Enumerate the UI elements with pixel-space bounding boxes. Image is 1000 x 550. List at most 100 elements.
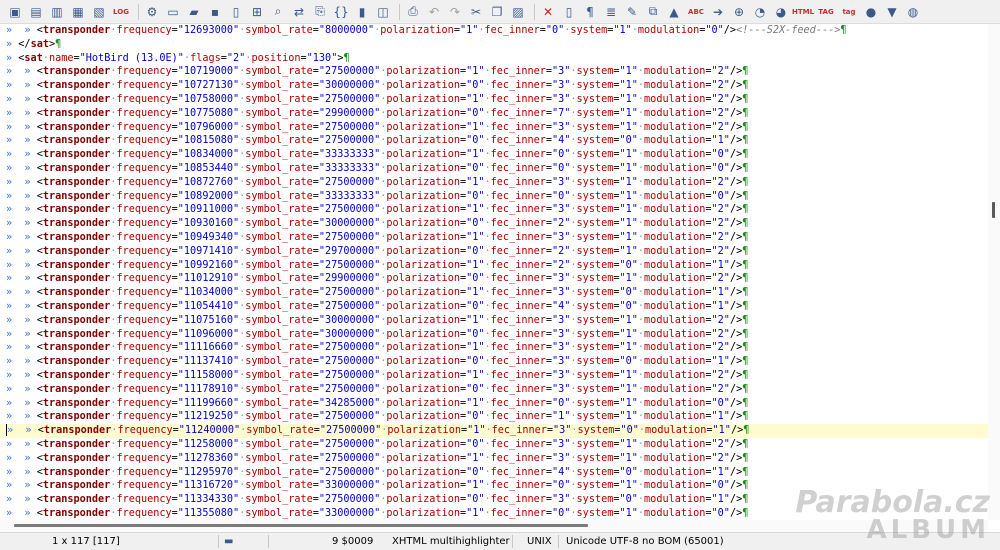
copy-window-icon[interactable]: ▯ xyxy=(227,3,245,21)
attribute-name: symbol_rate xyxy=(245,93,313,105)
code-line[interactable]: » » <transponder·frequency="11075160"·sy… xyxy=(0,314,988,328)
copy-2-icon[interactable]: ⧉ xyxy=(644,3,662,21)
print-icon[interactable]: ▧ xyxy=(90,3,108,21)
spell-icon[interactable]: ABC xyxy=(686,3,706,21)
filter-icon[interactable]: ▼ xyxy=(883,3,901,21)
palette-icon[interactable]: ◕ xyxy=(772,3,790,21)
save-icon[interactable]: ▥ xyxy=(48,3,66,21)
horizontal-scroll-thumb[interactable] xyxy=(14,524,588,527)
code-line[interactable]: » » <transponder·frequency="11240000"·sy… xyxy=(0,424,988,438)
bookmark-icon[interactable]: ➔ xyxy=(709,3,727,21)
code-line[interactable]: » » <transponder·frequency="10796000"·sy… xyxy=(0,121,988,135)
code-line[interactable]: » » <transponder·frequency="11219250"·sy… xyxy=(0,410,988,424)
code-line[interactable]: » </sat>¶ xyxy=(0,38,988,52)
attribute-name: frequency xyxy=(116,383,172,395)
code-line[interactable]: » » <transponder·frequency="10892000"·sy… xyxy=(0,190,988,204)
redo-icon[interactable]: ↷ xyxy=(446,3,464,21)
new-file-icon[interactable]: ▣ xyxy=(6,3,24,21)
chart-icon[interactable]: ◔ xyxy=(751,3,769,21)
code-line[interactable]: » » <transponder·frequency="10775080"·sy… xyxy=(0,107,988,121)
code-line[interactable]: » » <transponder·frequency="11278360"·sy… xyxy=(0,452,988,466)
html-txt-icon[interactable]: HTML xyxy=(792,3,814,21)
find-in-files-icon[interactable]: ⎘ xyxy=(311,3,329,21)
code-line[interactable]: » » <transponder·frequency="11334330"·sy… xyxy=(0,493,988,507)
code-line[interactable]: » » <transponder·frequency="11012910"·sy… xyxy=(0,272,988,286)
window-icon[interactable]: ▭ xyxy=(164,3,182,21)
system-value: "1" xyxy=(619,162,638,174)
code-editor[interactable]: » » <transponder·frequency="12693000"·sy… xyxy=(0,24,988,520)
code-line[interactable]: » » <transponder·frequency="11116660"·sy… xyxy=(0,341,988,355)
brackets-icon[interactable]: {} xyxy=(332,3,350,21)
code-line[interactable]: » » <transponder·frequency="11137410"·sy… xyxy=(0,355,988,369)
line-end-marker: ¶ xyxy=(742,397,749,409)
undo-icon[interactable]: ↶ xyxy=(425,3,443,21)
replace-icon[interactable]: ⇄ xyxy=(290,3,308,21)
book-icon[interactable]: ▮ xyxy=(353,3,371,21)
column-icon[interactable]: ▯ xyxy=(560,3,578,21)
code-line[interactable]: » » <transponder·frequency="11355080"·sy… xyxy=(0,507,988,520)
code-line[interactable]: » » <transponder·frequency="10815080"·sy… xyxy=(0,134,988,148)
attribute-name: system xyxy=(576,162,614,174)
vertical-scrollbar[interactable] xyxy=(988,24,1000,520)
folder-open-icon[interactable]: ▰ xyxy=(185,3,203,21)
code-line[interactable]: » » <transponder·frequency="10872760"·sy… xyxy=(0,176,988,190)
code-line[interactable]: » » <transponder·frequency="10930160"·sy… xyxy=(0,217,988,231)
tag-icon[interactable]: TAG xyxy=(816,3,836,21)
attribute-name: polarization xyxy=(386,466,460,478)
open-icon[interactable]: ▤ xyxy=(27,3,45,21)
code-line[interactable]: » » <transponder·frequency="11295970"·sy… xyxy=(0,466,988,480)
code-line[interactable]: » » <transponder·frequency="11316720"·sy… xyxy=(0,479,988,493)
code-line[interactable]: » » <transponder·frequency="11158000"·sy… xyxy=(0,369,988,383)
edit-icon[interactable]: ✎ xyxy=(623,3,641,21)
code-line[interactable]: » <sat·name="HotBird (13.0E)"·flags="2"·… xyxy=(0,52,988,66)
code-line[interactable]: » » <transponder·frequency="11258000"·sy… xyxy=(0,438,988,452)
attribute-name: modulation xyxy=(644,356,706,368)
modulation-value: "1" xyxy=(712,425,731,437)
pilcrow-icon[interactable]: ¶ xyxy=(581,3,599,21)
tag-2-icon[interactable]: tag xyxy=(839,3,859,21)
copy-icon[interactable]: ❐ xyxy=(488,3,506,21)
system-value: "1" xyxy=(619,314,638,326)
code-line[interactable]: » » <transponder·frequency="11054410"·sy… xyxy=(0,300,988,314)
code-line[interactable]: » » <transponder·frequency="10971410"·sy… xyxy=(0,245,988,259)
code-line[interactable]: » » <transponder·frequency="11034000"·sy… xyxy=(0,286,988,300)
color-icon[interactable]: ● xyxy=(862,3,880,21)
code-line[interactable]: » » <transponder·frequency="11199660"·sy… xyxy=(0,397,988,411)
delete-icon[interactable]: ✕ xyxy=(539,3,557,21)
cut-icon[interactable]: ✂ xyxy=(467,3,485,21)
horizontal-scrollbar[interactable] xyxy=(0,520,988,532)
code-line[interactable]: » » <transponder·frequency="10992160"·sy… xyxy=(0,259,988,273)
disk-icon[interactable]: ▪ xyxy=(206,3,224,21)
code-line[interactable]: » » <transponder·frequency="10727130"·sy… xyxy=(0,79,988,93)
insert-icon[interactable]: ⊕ xyxy=(730,3,748,21)
paste-icon[interactable]: ▨ xyxy=(509,3,527,21)
code-line[interactable]: » » <transponder·frequency="12693000"·sy… xyxy=(0,24,988,38)
polarization-value: "1" xyxy=(466,314,485,326)
word-wrap-icon[interactable]: ≣ xyxy=(602,3,620,21)
code-line[interactable]: » » <transponder·frequency="11096000"·sy… xyxy=(0,328,988,342)
find-icon[interactable]: ⌕ xyxy=(269,3,287,21)
preview-icon[interactable]: ◫ xyxy=(374,3,392,21)
code-line[interactable]: » » <transponder·frequency="10949340"·sy… xyxy=(0,231,988,245)
line-ending[interactable]: UNIX xyxy=(527,536,552,547)
char-code: 9 $0009 xyxy=(332,536,374,547)
code-line[interactable]: » » <transponder·frequency="10758000"·sy… xyxy=(0,93,988,107)
vertical-scroll-thumb[interactable] xyxy=(992,202,995,218)
polarization-value: "1" xyxy=(466,452,485,464)
attribute-name: symbol_rate xyxy=(245,245,313,257)
settings-icon[interactable]: ⚙ xyxy=(143,3,161,21)
code-line[interactable]: » » <transponder·frequency="10853440"·sy… xyxy=(0,162,988,176)
lock-icon[interactable]: ▲ xyxy=(665,3,683,21)
code-line[interactable]: » » <transponder·frequency="10911000"·sy… xyxy=(0,203,988,217)
marker-icon[interactable]: ⊞ xyxy=(248,3,266,21)
globe-icon[interactable]: ◍ xyxy=(904,3,922,21)
save-all-icon[interactable]: ▦ xyxy=(69,3,87,21)
code-line[interactable]: » » <transponder·frequency="10834000"·sy… xyxy=(0,148,988,162)
code-line[interactable]: » » <transponder·frequency="11178910"·sy… xyxy=(0,383,988,397)
print-2-icon[interactable]: ⎙ xyxy=(404,3,422,21)
log-icon[interactable]: LOG xyxy=(111,3,131,21)
code-line[interactable]: » » <transponder·frequency="10719000"·sy… xyxy=(0,65,988,79)
file-encoding[interactable]: Unicode UTF-8 no BOM (65001) xyxy=(566,536,724,547)
highlighter-name[interactable]: XHTML multihighlighter xyxy=(392,536,510,547)
tag-name: transponder xyxy=(42,300,111,312)
